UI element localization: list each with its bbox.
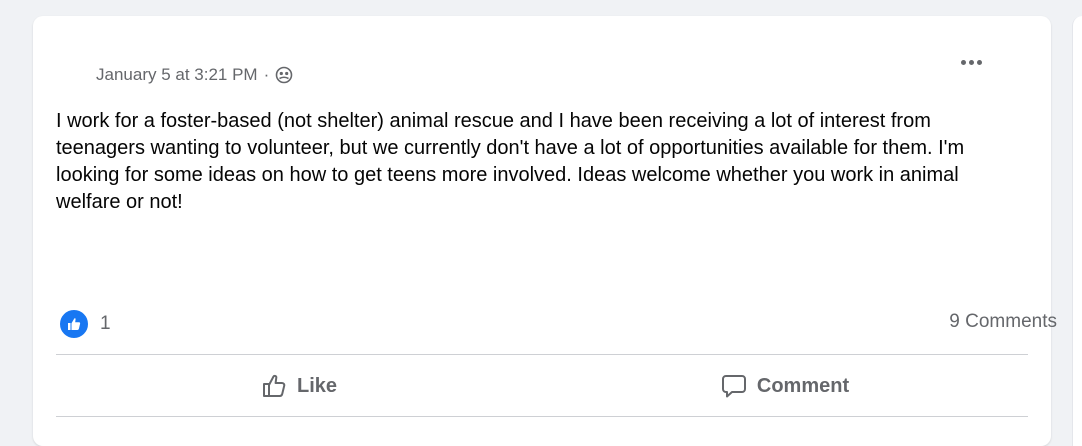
- bottom-divider: [56, 416, 1028, 417]
- more-dot-icon: [976, 59, 982, 65]
- group-globe-icon[interactable]: [275, 66, 293, 84]
- engagement-divider: [56, 354, 1028, 355]
- thumbs-up-icon: [262, 374, 286, 397]
- like-button[interactable]: Like: [56, 356, 542, 416]
- post-meta: January 5 at 3:21 PM ·: [96, 64, 293, 86]
- meta-separator: ·: [263, 65, 270, 84]
- more-options-button[interactable]: [953, 44, 989, 80]
- more-dot-icon: [960, 59, 966, 65]
- adjacent-card-edge: [1072, 16, 1082, 446]
- post-timestamp[interactable]: January 5 at 3:21 PM: [96, 65, 258, 85]
- comments-count-link[interactable]: 9 Comments: [949, 311, 1057, 333]
- post-body: I work for a foster-based (not shelter) …: [56, 110, 965, 213]
- comment-button[interactable]: Comment: [542, 356, 1028, 416]
- post-actions-bar: Like Comment: [56, 356, 1028, 416]
- comment-button-label: Comment: [756, 374, 850, 397]
- like-button-label: Like: [296, 374, 338, 397]
- comment-bubble-icon: [721, 375, 746, 398]
- reaction-count: 1: [100, 313, 111, 334]
- reactions-summary[interactable]: 1: [58, 308, 111, 340]
- like-reaction-icon: [58, 308, 90, 340]
- more-dot-icon: [968, 59, 974, 65]
